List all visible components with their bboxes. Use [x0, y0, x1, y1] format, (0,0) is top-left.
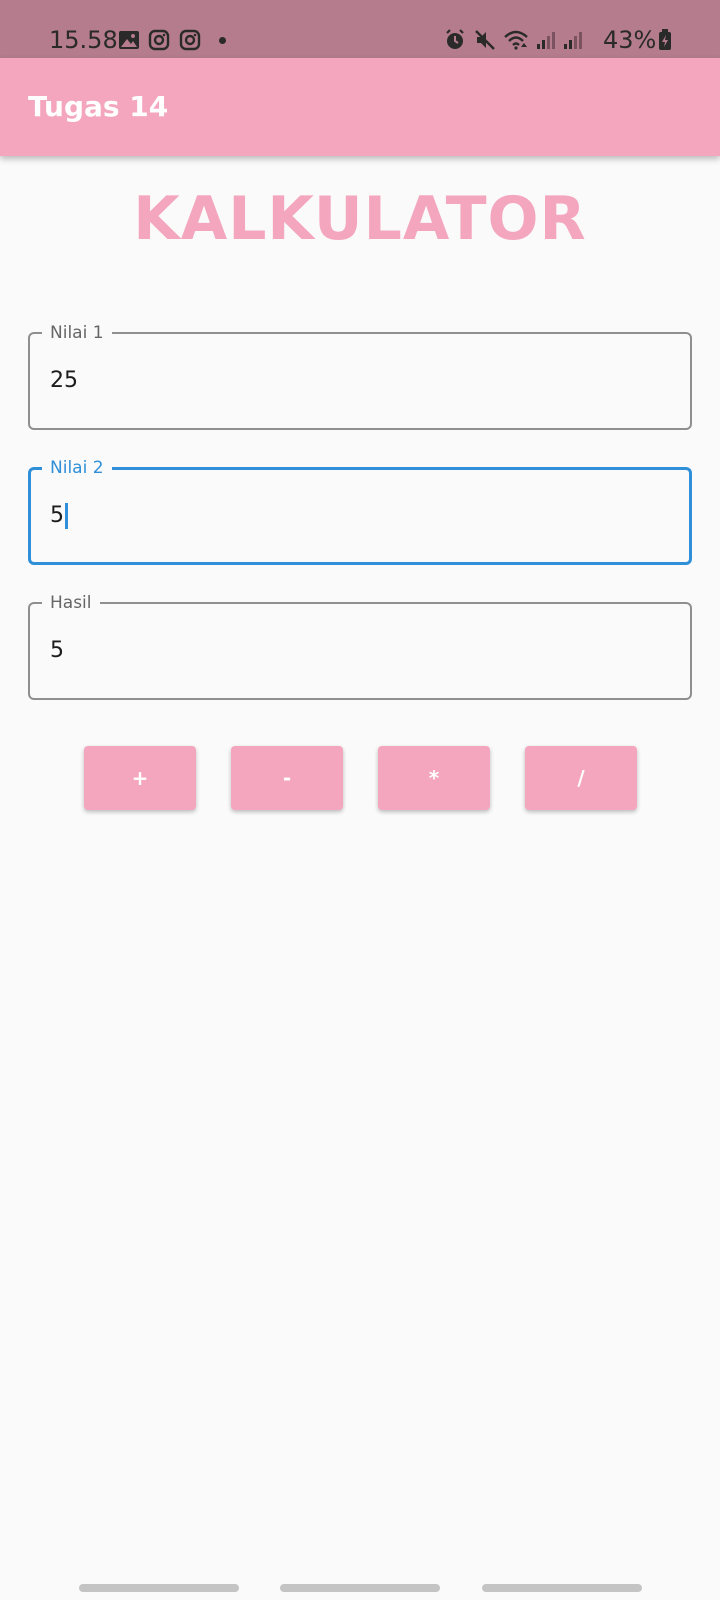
nilai2-value: 5	[50, 503, 64, 528]
divide-button[interactable]: /	[525, 746, 637, 810]
signal-icon	[564, 32, 582, 49]
nilai2-label: Nilai 2	[42, 458, 112, 478]
gallery-icon	[119, 31, 139, 49]
nilai1-value[interactable]: 25	[50, 368, 78, 394]
app-bar: Tugas 14	[0, 58, 720, 156]
notification-dot	[219, 37, 226, 44]
page-title: KALKULATOR	[133, 184, 587, 254]
hasil-value[interactable]: 5	[50, 638, 64, 664]
back-nav[interactable]	[482, 1584, 642, 1592]
instagram-icon	[148, 29, 170, 51]
nilai2-field[interactable]: Nilai 2 5	[28, 458, 692, 565]
recent-apps-nav[interactable]	[79, 1584, 239, 1592]
signal-icon	[537, 32, 555, 49]
hasil-label: Hasil	[42, 593, 100, 613]
app-title: Tugas 14	[28, 90, 169, 123]
hasil-field[interactable]: Hasil 5	[28, 593, 692, 700]
wifi-icon	[504, 30, 528, 50]
instagram-icon	[179, 29, 201, 51]
nilai2-input[interactable]: 5	[50, 503, 68, 529]
mute-icon	[475, 30, 495, 50]
status-time: 15.58	[49, 26, 118, 54]
battery-percentage: 43%	[603, 26, 657, 54]
nilai1-label: Nilai 1	[42, 323, 112, 343]
add-button[interactable]: +	[84, 746, 196, 810]
battery-icon	[659, 29, 671, 50]
home-nav[interactable]	[280, 1584, 440, 1592]
multiply-button[interactable]: *	[378, 746, 490, 810]
subtract-button[interactable]: -	[231, 746, 343, 810]
nilai1-field[interactable]: Nilai 1 25	[28, 323, 692, 430]
alarm-icon	[446, 29, 464, 49]
text-cursor	[65, 503, 68, 529]
status-bar: 15.58 43%	[0, 0, 720, 58]
